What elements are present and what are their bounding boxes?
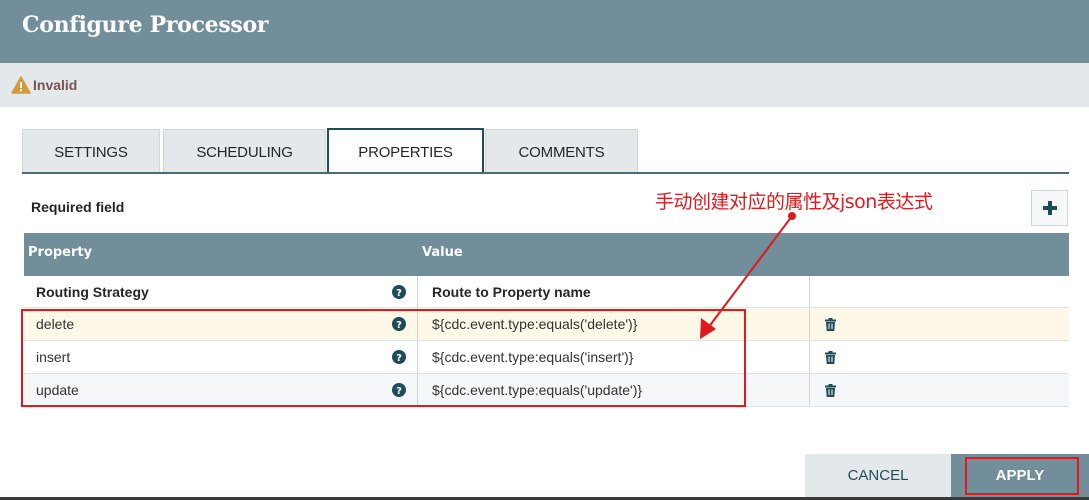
annotation-text: 手动创建对应的属性及json表达式 xyxy=(655,191,933,213)
property-value[interactable]: ${cdc.event.type:equals('delete')} xyxy=(432,308,812,340)
dialog-title: Configure Processor xyxy=(22,12,269,38)
dialog-header: Configure Processor xyxy=(0,0,1089,63)
svg-text:?: ? xyxy=(396,353,402,364)
column-header-value: Value xyxy=(422,245,463,260)
column-header-property: Property xyxy=(28,245,93,260)
help-icon[interactable]: ? xyxy=(392,317,406,331)
properties-table: Property Value Routing Strategy ? Route … xyxy=(24,233,1069,407)
tab-properties[interactable]: PROPERTIES xyxy=(327,128,484,174)
tab-settings[interactable]: SETTINGS xyxy=(22,129,160,173)
property-value[interactable]: ${cdc.event.type:equals('insert')} xyxy=(432,341,812,373)
property-value[interactable]: ${cdc.event.type:equals('update')} xyxy=(432,374,812,406)
trash-icon[interactable] xyxy=(825,317,836,331)
validation-status: Invalid xyxy=(33,77,78,93)
help-icon[interactable]: ? xyxy=(392,350,406,364)
help-icon[interactable]: ? xyxy=(392,284,406,299)
tabs-divider xyxy=(22,172,1069,174)
property-value[interactable]: Route to Property name xyxy=(432,276,812,307)
status-bar xyxy=(0,63,1089,107)
table-row[interactable]: delete ? ${cdc.event.type:equals('delete… xyxy=(24,308,1069,341)
table-row[interactable]: update ? ${cdc.event.type:equals('update… xyxy=(24,374,1069,407)
tab-comments[interactable]: COMMENTS xyxy=(485,129,638,173)
trash-icon[interactable] xyxy=(825,350,836,364)
table-row[interactable]: insert ? ${cdc.event.type:equals('insert… xyxy=(24,341,1069,374)
table-header: Property Value xyxy=(24,233,1069,276)
property-name: update xyxy=(36,382,79,398)
trash-icon[interactable] xyxy=(825,383,836,397)
table-row[interactable]: Routing Strategy ? Route to Property nam… xyxy=(24,276,1069,308)
svg-text:?: ? xyxy=(396,386,402,397)
property-name: insert xyxy=(36,349,71,365)
add-property-button[interactable] xyxy=(1031,190,1068,226)
help-icon[interactable]: ? xyxy=(392,383,406,397)
property-name: Routing Strategy xyxy=(36,283,149,300)
apply-button[interactable]: APPLY xyxy=(951,454,1089,497)
required-field-label: Required field xyxy=(31,199,125,215)
warning-triangle-icon xyxy=(11,76,31,94)
svg-text:?: ? xyxy=(396,288,402,299)
svg-text:?: ? xyxy=(396,320,402,331)
plus-icon xyxy=(1042,201,1057,215)
tab-scheduling[interactable]: SCHEDULING xyxy=(163,129,326,173)
cancel-button[interactable]: CANCEL xyxy=(805,454,951,497)
property-name: delete xyxy=(36,316,75,332)
